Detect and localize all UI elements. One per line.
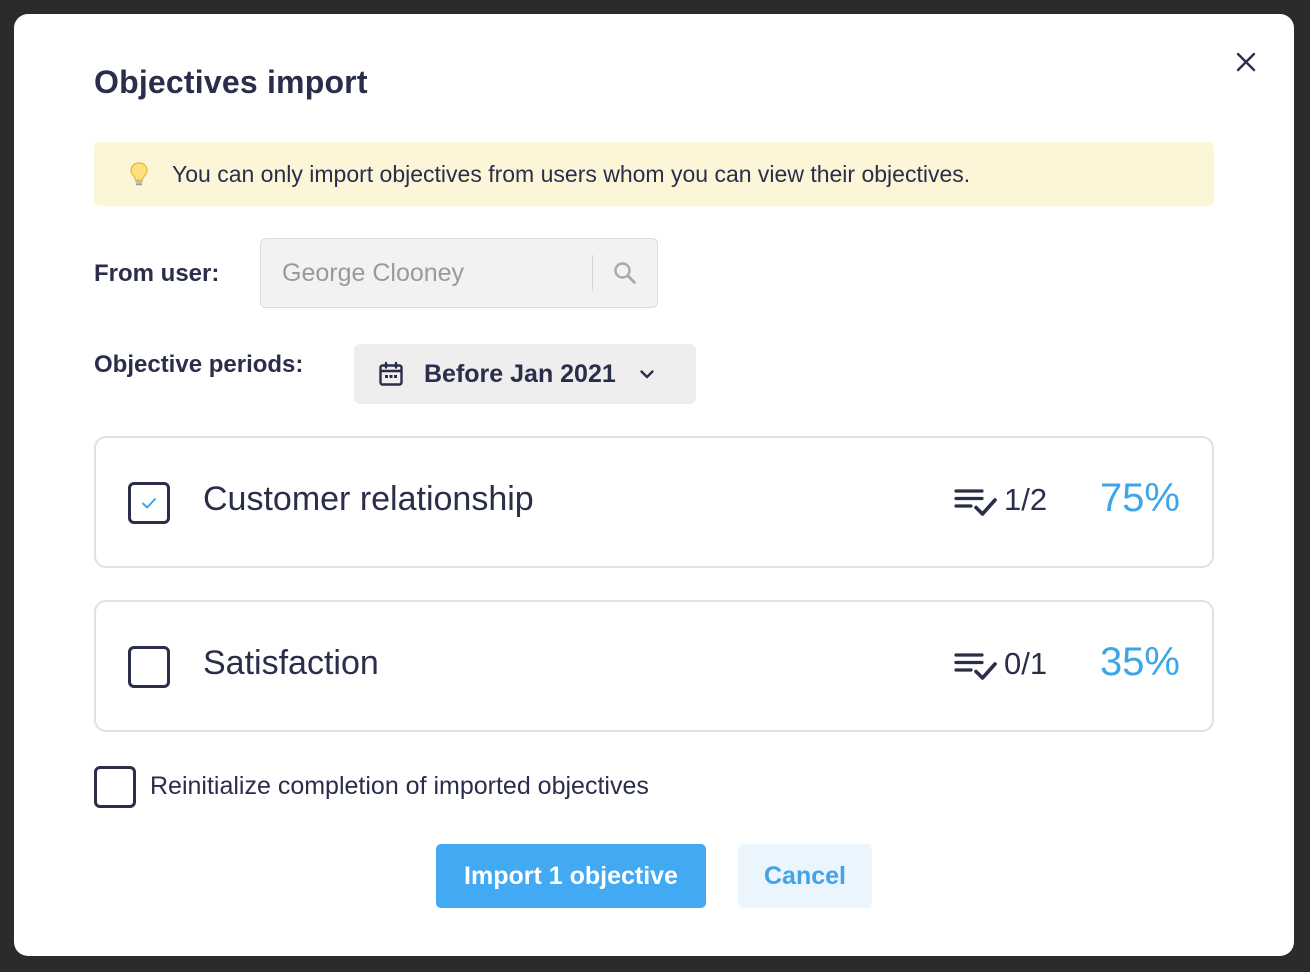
reinitialize-checkbox[interactable] [94, 766, 136, 808]
objectives-import-dialog: Objectives import You can only import ob… [14, 14, 1294, 956]
objective-completion-percent: 35% [1099, 640, 1180, 684]
objective-checkbox-customer-relationship[interactable] [128, 482, 170, 524]
notice-text: You can only import objectives from user… [172, 160, 971, 187]
dialog-title: Objectives import [94, 64, 368, 100]
period-dropdown[interactable]: Before Jan 2021 [354, 344, 696, 404]
user-search-field[interactable]: George Clooney [260, 238, 658, 308]
info-notice: You can only import objectives from user… [94, 142, 1214, 206]
from-user-label: From user: [94, 260, 220, 287]
tasks-list-icon [954, 489, 997, 516]
objective-name: Customer relationship [203, 480, 534, 518]
search-icon[interactable] [612, 260, 638, 286]
objective-name: Satisfaction [203, 644, 379, 682]
close-button[interactable] [1234, 50, 1258, 74]
objective-periods-label: Objective periods: [94, 351, 304, 378]
checkmark-icon [142, 498, 156, 509]
reinitialize-label[interactable]: Reinitialize completion of imported obje… [150, 772, 649, 801]
close-icon[interactable] [1234, 50, 1258, 74]
objective-checkbox-satisfaction[interactable] [128, 646, 170, 688]
objective-card-satisfaction[interactable]: Satisfaction 0/1 35% [94, 600, 1214, 732]
chevron-down-icon[interactable] [638, 365, 656, 383]
cancel-button[interactable]: Cancel [738, 844, 872, 908]
import-button[interactable]: Import 1 objective [436, 844, 706, 908]
objective-tasks-count: 1/2 [1004, 482, 1048, 517]
objective-completion-percent: 75% [1099, 476, 1180, 520]
tasks-list-icon [954, 653, 997, 680]
lightbulb-icon [130, 162, 148, 186]
objective-card-customer-relationship[interactable]: Customer relationship 1/2 75% [94, 436, 1214, 568]
calendar-icon [379, 361, 403, 386]
user-search-value[interactable]: George Clooney [261, 259, 592, 288]
search-button[interactable] [593, 260, 657, 286]
objective-tasks-count: 0/1 [1004, 646, 1048, 681]
period-dropdown-value[interactable]: Before Jan 2021 [424, 360, 616, 389]
